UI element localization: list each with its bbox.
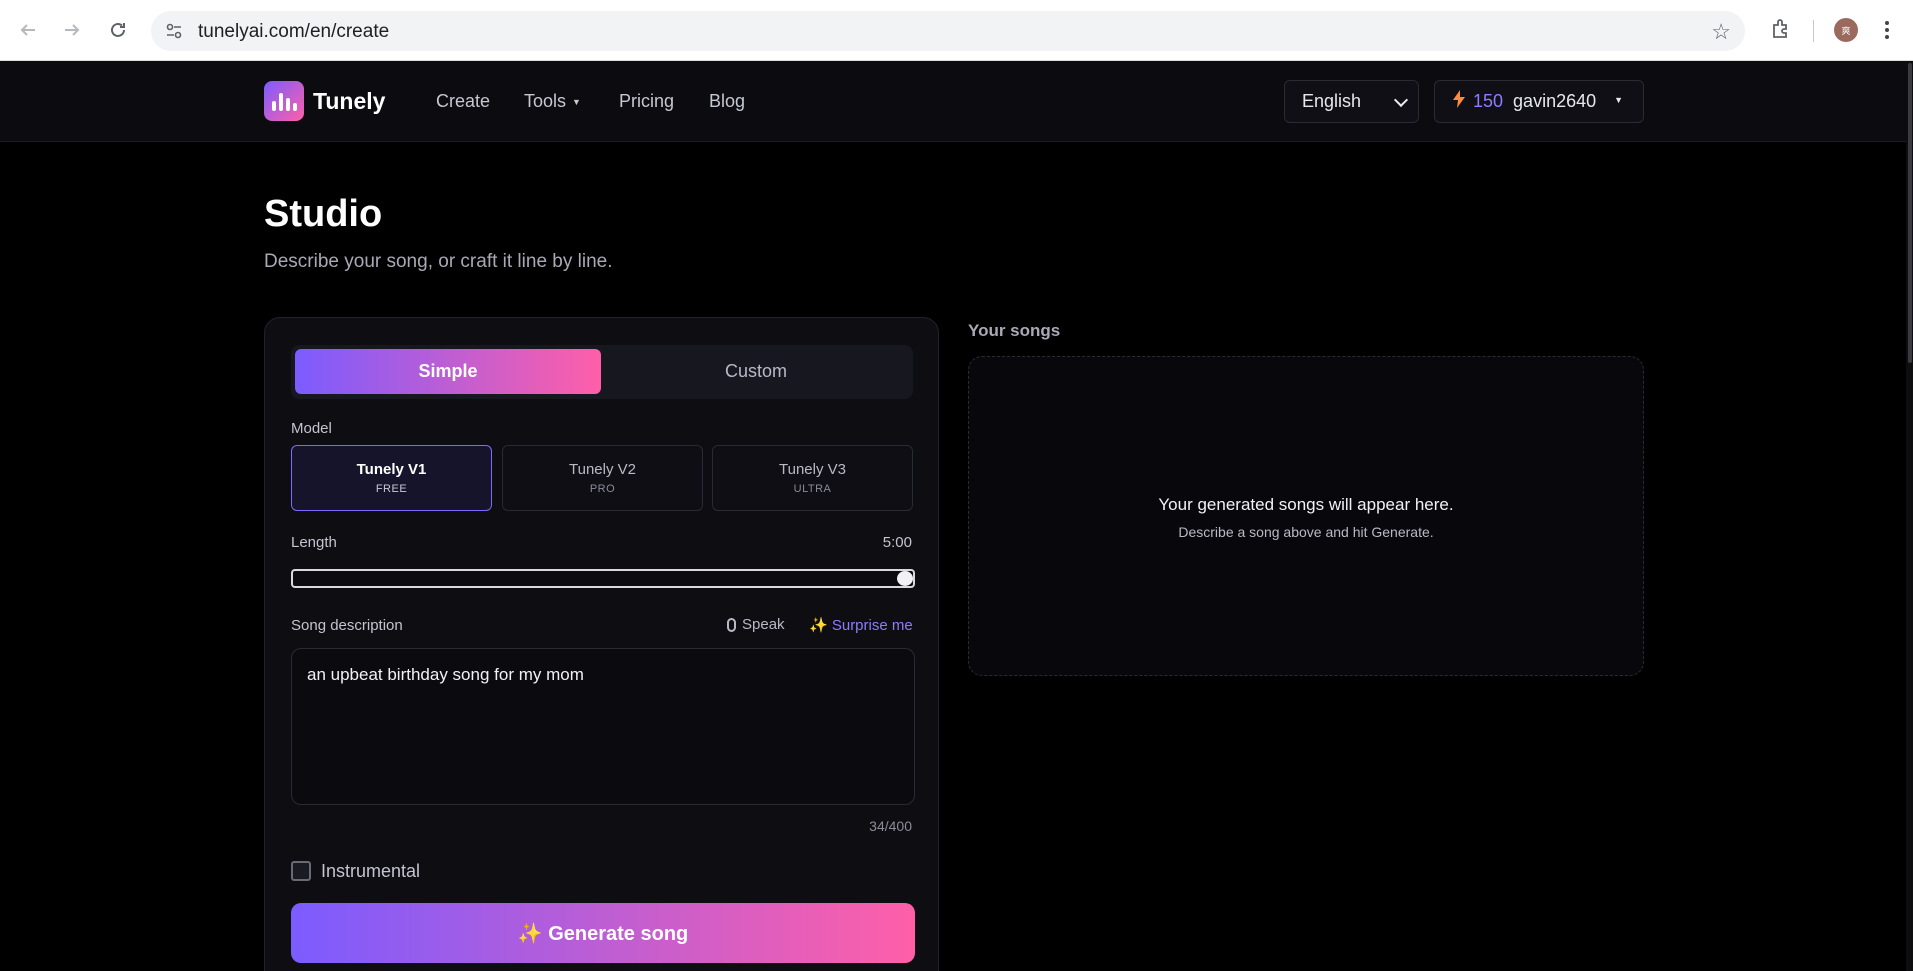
speak-label: Speak: [742, 616, 785, 633]
credits-count: 150: [1473, 91, 1504, 111]
language-select[interactable]: English: [1284, 80, 1419, 123]
profile-avatar[interactable]: 爽: [1834, 18, 1858, 42]
model-name: Tunely V1: [356, 461, 427, 478]
extensions-icon[interactable]: [1769, 17, 1795, 43]
empty-state-subtitle: Describe a song above and hit Generate.: [1178, 524, 1434, 540]
page-title: Studio: [264, 193, 383, 235]
toolbar-divider: [1813, 20, 1814, 42]
browser-menu-icon[interactable]: [1882, 17, 1892, 43]
brand-name[interactable]: Tunely: [313, 88, 385, 115]
length-label: Length: [291, 534, 337, 551]
scrollbar-thumb[interactable]: [1908, 63, 1912, 363]
model-option-v2[interactable]: Tunely V2 PRO: [502, 445, 703, 511]
user-menu-button[interactable]: 150 gavin2640 ▼: [1434, 80, 1644, 123]
reload-icon[interactable]: [105, 17, 131, 43]
model-tier: PRO: [589, 483, 616, 495]
generate-song-button[interactable]: ✨ Generate song: [291, 903, 915, 963]
length-slider-thumb[interactable]: [897, 571, 913, 586]
mode-simple-button[interactable]: Simple: [295, 349, 601, 394]
model-option-v1[interactable]: Tunely V1 FREE: [291, 445, 492, 511]
caret-down-icon: ▼: [1614, 95, 1623, 105]
empty-state-title: Your generated songs will appear here.: [1158, 495, 1454, 514]
songs-empty-state: Your generated songs will appear here. D…: [968, 356, 1644, 676]
app-header: Tunely Create Tools ▼ Pricing Blog Englis…: [0, 61, 1906, 142]
back-arrow-icon[interactable]: [15, 17, 41, 43]
model-tier: ULTRA: [793, 483, 832, 495]
song-description-input[interactable]: an upbeat birthday song for my mom: [291, 648, 915, 805]
model-name: Tunely V2: [569, 461, 636, 478]
browser-toolbar: tunelyai.com/en/create ☆ 爽: [0, 0, 1913, 61]
model-label: Model: [291, 420, 332, 437]
bookmark-star-icon[interactable]: ☆: [1711, 19, 1731, 45]
mode-custom-button[interactable]: Custom: [603, 349, 909, 394]
forward-arrow-icon[interactable]: [59, 17, 85, 43]
length-slider[interactable]: [291, 569, 915, 588]
address-bar[interactable]: tunelyai.com/en/create ☆: [151, 11, 1745, 51]
nav-tools[interactable]: Tools ▼: [524, 91, 581, 112]
page-subtitle: Describe your song, or craft it line by …: [264, 251, 613, 272]
microphone-icon: [727, 617, 736, 632]
site-settings-icon[interactable]: [165, 22, 183, 40]
mode-toggle: Simple Custom: [291, 345, 913, 399]
surprise-me-button[interactable]: ✨ Surprise me: [809, 616, 913, 634]
your-songs-heading: Your songs: [968, 321, 1061, 340]
caret-down-icon: ▼: [572, 97, 581, 108]
nav-blog[interactable]: Blog: [709, 91, 745, 112]
length-value: 5:00: [882, 534, 912, 551]
username: gavin2640: [1513, 91, 1597, 111]
character-counter: 34/400: [869, 818, 912, 834]
song-description-label: Song description: [291, 617, 403, 634]
language-value: English: [1302, 91, 1362, 111]
chevron-down-icon: [1393, 92, 1409, 108]
model-name: Tunely V3: [779, 461, 846, 478]
nav-tools-label: Tools: [524, 91, 567, 111]
url-text[interactable]: tunelyai.com/en/create: [198, 21, 389, 43]
model-tier: FREE: [375, 483, 408, 495]
speak-button[interactable]: Speak: [727, 616, 785, 633]
instrumental-label[interactable]: Instrumental: [321, 861, 420, 882]
nav-pricing[interactable]: Pricing: [619, 91, 674, 112]
model-option-v3[interactable]: Tunely V3 ULTRA: [712, 445, 913, 511]
nav-create[interactable]: Create: [436, 91, 490, 112]
lightning-bolt-icon: [1453, 90, 1465, 113]
instrumental-checkbox[interactable]: [291, 861, 311, 881]
create-form-card: Simple Custom Model Tunely V1 FREE Tunel…: [264, 317, 939, 971]
bars-logo-icon[interactable]: [264, 81, 304, 121]
